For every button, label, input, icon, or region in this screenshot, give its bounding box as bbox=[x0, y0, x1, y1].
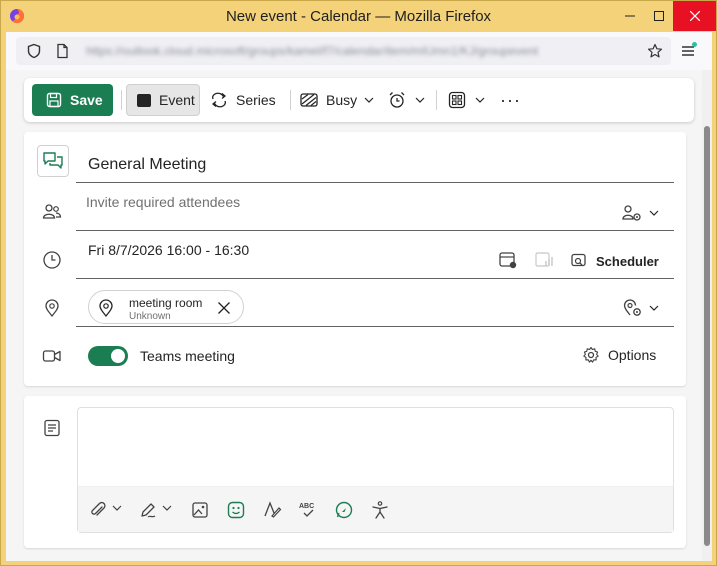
busy-label: Busy bbox=[326, 92, 358, 108]
url-text: https://outlook.cloud.microsoft/groups/k… bbox=[86, 44, 539, 58]
maximize-button[interactable] bbox=[644, 1, 674, 31]
people-settings-icon bbox=[622, 205, 641, 221]
meeting-options-button[interactable]: Options bbox=[582, 346, 656, 364]
response-options-dropdown[interactable] bbox=[622, 204, 660, 222]
title-bar: New event - Calendar — Mozilla Firefox bbox=[1, 1, 716, 31]
page-icon bbox=[57, 43, 68, 59]
attendees-underline bbox=[76, 230, 674, 231]
scrollbar[interactable] bbox=[702, 70, 712, 561]
chevron-down-icon bbox=[364, 97, 374, 103]
alarm-clock-icon bbox=[389, 92, 405, 108]
location-settings-icon bbox=[623, 299, 641, 316]
save-button[interactable]: Save bbox=[32, 84, 113, 116]
save-icon bbox=[46, 92, 62, 108]
toggle-knob bbox=[111, 349, 125, 363]
location-underline bbox=[76, 326, 674, 327]
close-window-button[interactable] bbox=[673, 1, 716, 31]
location-status: Unknown bbox=[129, 311, 171, 322]
save-label: Save bbox=[70, 92, 103, 108]
scheduler-icon bbox=[571, 253, 586, 267]
options-label: Options bbox=[608, 347, 657, 363]
signature-pen-icon[interactable] bbox=[138, 500, 158, 520]
svg-text:ABC: ABC bbox=[299, 503, 314, 510]
series-label: Series bbox=[236, 92, 276, 108]
categories-grid-icon bbox=[448, 91, 466, 109]
toolbar-divider bbox=[290, 90, 291, 110]
editor-toolbar: ABC bbox=[78, 486, 673, 532]
event-details-card: General Meeting Invite required attendee… bbox=[24, 132, 686, 386]
chevron-down-icon[interactable] bbox=[161, 504, 173, 512]
location-options-dropdown[interactable] bbox=[622, 298, 660, 318]
date-time-picker[interactable]: Fri 8/7/2026 16:00 - 16:30 bbox=[88, 242, 249, 258]
browser-window: New event - Calendar — Mozilla Firefox h… bbox=[0, 0, 717, 566]
calendar-availability-icon[interactable] bbox=[498, 250, 518, 270]
more-options-button[interactable]: ··· bbox=[500, 84, 521, 116]
scheduler-button[interactable]: Scheduler bbox=[570, 252, 659, 270]
minimize-button[interactable] bbox=[615, 1, 645, 31]
chevron-down-icon bbox=[649, 210, 659, 216]
app-menu-icon[interactable] bbox=[678, 41, 698, 61]
repeat-icon bbox=[211, 92, 227, 108]
location-pin-icon bbox=[45, 299, 59, 318]
format-text-icon[interactable] bbox=[262, 500, 282, 520]
teams-meeting-toggle[interactable] bbox=[88, 346, 128, 366]
event-body-editor[interactable]: ABC bbox=[77, 407, 674, 533]
toolbar-divider bbox=[121, 90, 122, 110]
people-icon bbox=[42, 204, 62, 219]
attach-paperclip-icon[interactable] bbox=[88, 500, 108, 520]
location-name: meeting room bbox=[129, 296, 203, 310]
spellcheck-icon[interactable]: ABC bbox=[298, 500, 318, 520]
accessibility-icon[interactable] bbox=[370, 500, 390, 520]
remove-location-icon[interactable] bbox=[217, 301, 231, 315]
title-underline bbox=[76, 182, 674, 183]
chevron-down-icon bbox=[415, 97, 425, 103]
categorize-dropdown[interactable] bbox=[448, 84, 486, 116]
command-toolbar: Save Event Series Busy ··· bbox=[24, 78, 694, 122]
chevron-down-icon bbox=[475, 97, 485, 103]
page-content: Save Event Series Busy ··· General Meeti… bbox=[6, 70, 712, 561]
event-body-card: ABC bbox=[24, 396, 686, 548]
event-type-button[interactable] bbox=[37, 145, 69, 177]
address-bar[interactable]: https://outlook.cloud.microsoft/groups/k… bbox=[16, 37, 671, 65]
minimize-icon bbox=[625, 15, 635, 17]
chat-bubbles-icon bbox=[43, 152, 63, 169]
series-button[interactable]: Series bbox=[210, 84, 276, 116]
reminder-dropdown[interactable] bbox=[388, 84, 426, 116]
navigation-bar: https://outlook.cloud.microsoft/groups/k… bbox=[6, 32, 712, 70]
event-label: Event bbox=[159, 92, 195, 108]
emoji-icon[interactable] bbox=[226, 500, 246, 520]
toolbar-divider bbox=[436, 90, 437, 110]
gear-icon bbox=[583, 346, 599, 363]
chevron-down-icon bbox=[649, 305, 659, 311]
copilot-chat-icon[interactable] bbox=[334, 500, 354, 520]
notes-icon bbox=[44, 419, 60, 437]
room-finder-icon bbox=[535, 252, 553, 267]
chevron-down-icon[interactable] bbox=[111, 504, 123, 512]
event-title-input[interactable]: General Meeting bbox=[88, 156, 206, 174]
attendees-input[interactable]: Invite required attendees bbox=[86, 194, 240, 210]
shield-icon[interactable] bbox=[26, 43, 42, 59]
busy-status-icon bbox=[300, 93, 318, 107]
location-pin-icon bbox=[99, 299, 113, 318]
insert-image-icon[interactable] bbox=[190, 500, 210, 520]
scrollbar-thumb[interactable] bbox=[704, 126, 710, 546]
star-bookmark-icon[interactable] bbox=[647, 43, 663, 59]
video-camera-icon bbox=[42, 350, 61, 362]
close-icon bbox=[689, 11, 700, 21]
maximize-icon bbox=[654, 11, 664, 21]
date-underline bbox=[76, 278, 674, 279]
location-chip[interactable]: meeting room Unknown bbox=[88, 290, 244, 324]
clock-icon bbox=[43, 251, 61, 269]
scheduler-label: Scheduler bbox=[596, 253, 659, 269]
event-button[interactable]: Event bbox=[126, 84, 200, 116]
more-icon: ··· bbox=[500, 89, 521, 110]
teams-meeting-label: Teams meeting bbox=[140, 348, 235, 364]
window-title: New event - Calendar — Mozilla Firefox bbox=[225, 8, 492, 25]
event-icon bbox=[137, 93, 151, 107]
busy-status-dropdown[interactable]: Busy bbox=[300, 84, 375, 116]
